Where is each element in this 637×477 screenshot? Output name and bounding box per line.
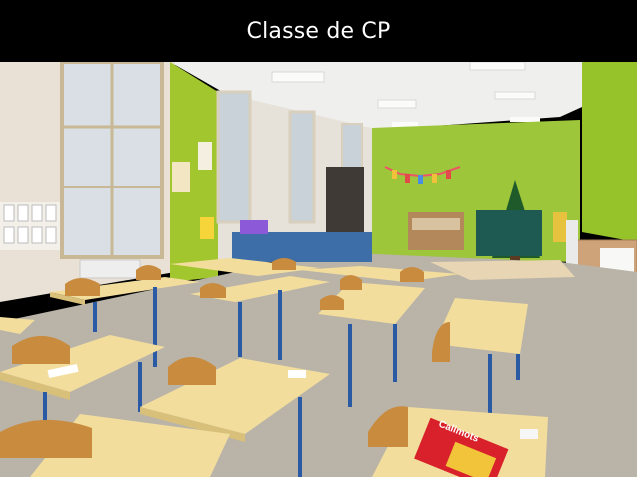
ceiling-light <box>494 91 536 100</box>
ceiling-light <box>271 71 325 83</box>
slide: Classe de CP Calimots <box>0 0 637 477</box>
ceiling-light <box>510 117 540 122</box>
bookshelf <box>408 212 464 250</box>
slide-title: Classe de CP <box>246 18 391 44</box>
radiator <box>79 259 141 279</box>
ceiling-light <box>377 99 417 109</box>
cabinet <box>326 167 364 237</box>
window <box>288 110 316 224</box>
window <box>216 90 252 224</box>
name-label <box>520 429 538 439</box>
ceiling-light <box>469 62 526 71</box>
ceiling-light <box>392 122 418 127</box>
classroom-photo: Calimots <box>0 62 637 477</box>
alphabet-posters <box>0 202 60 250</box>
name-label <box>288 370 306 378</box>
